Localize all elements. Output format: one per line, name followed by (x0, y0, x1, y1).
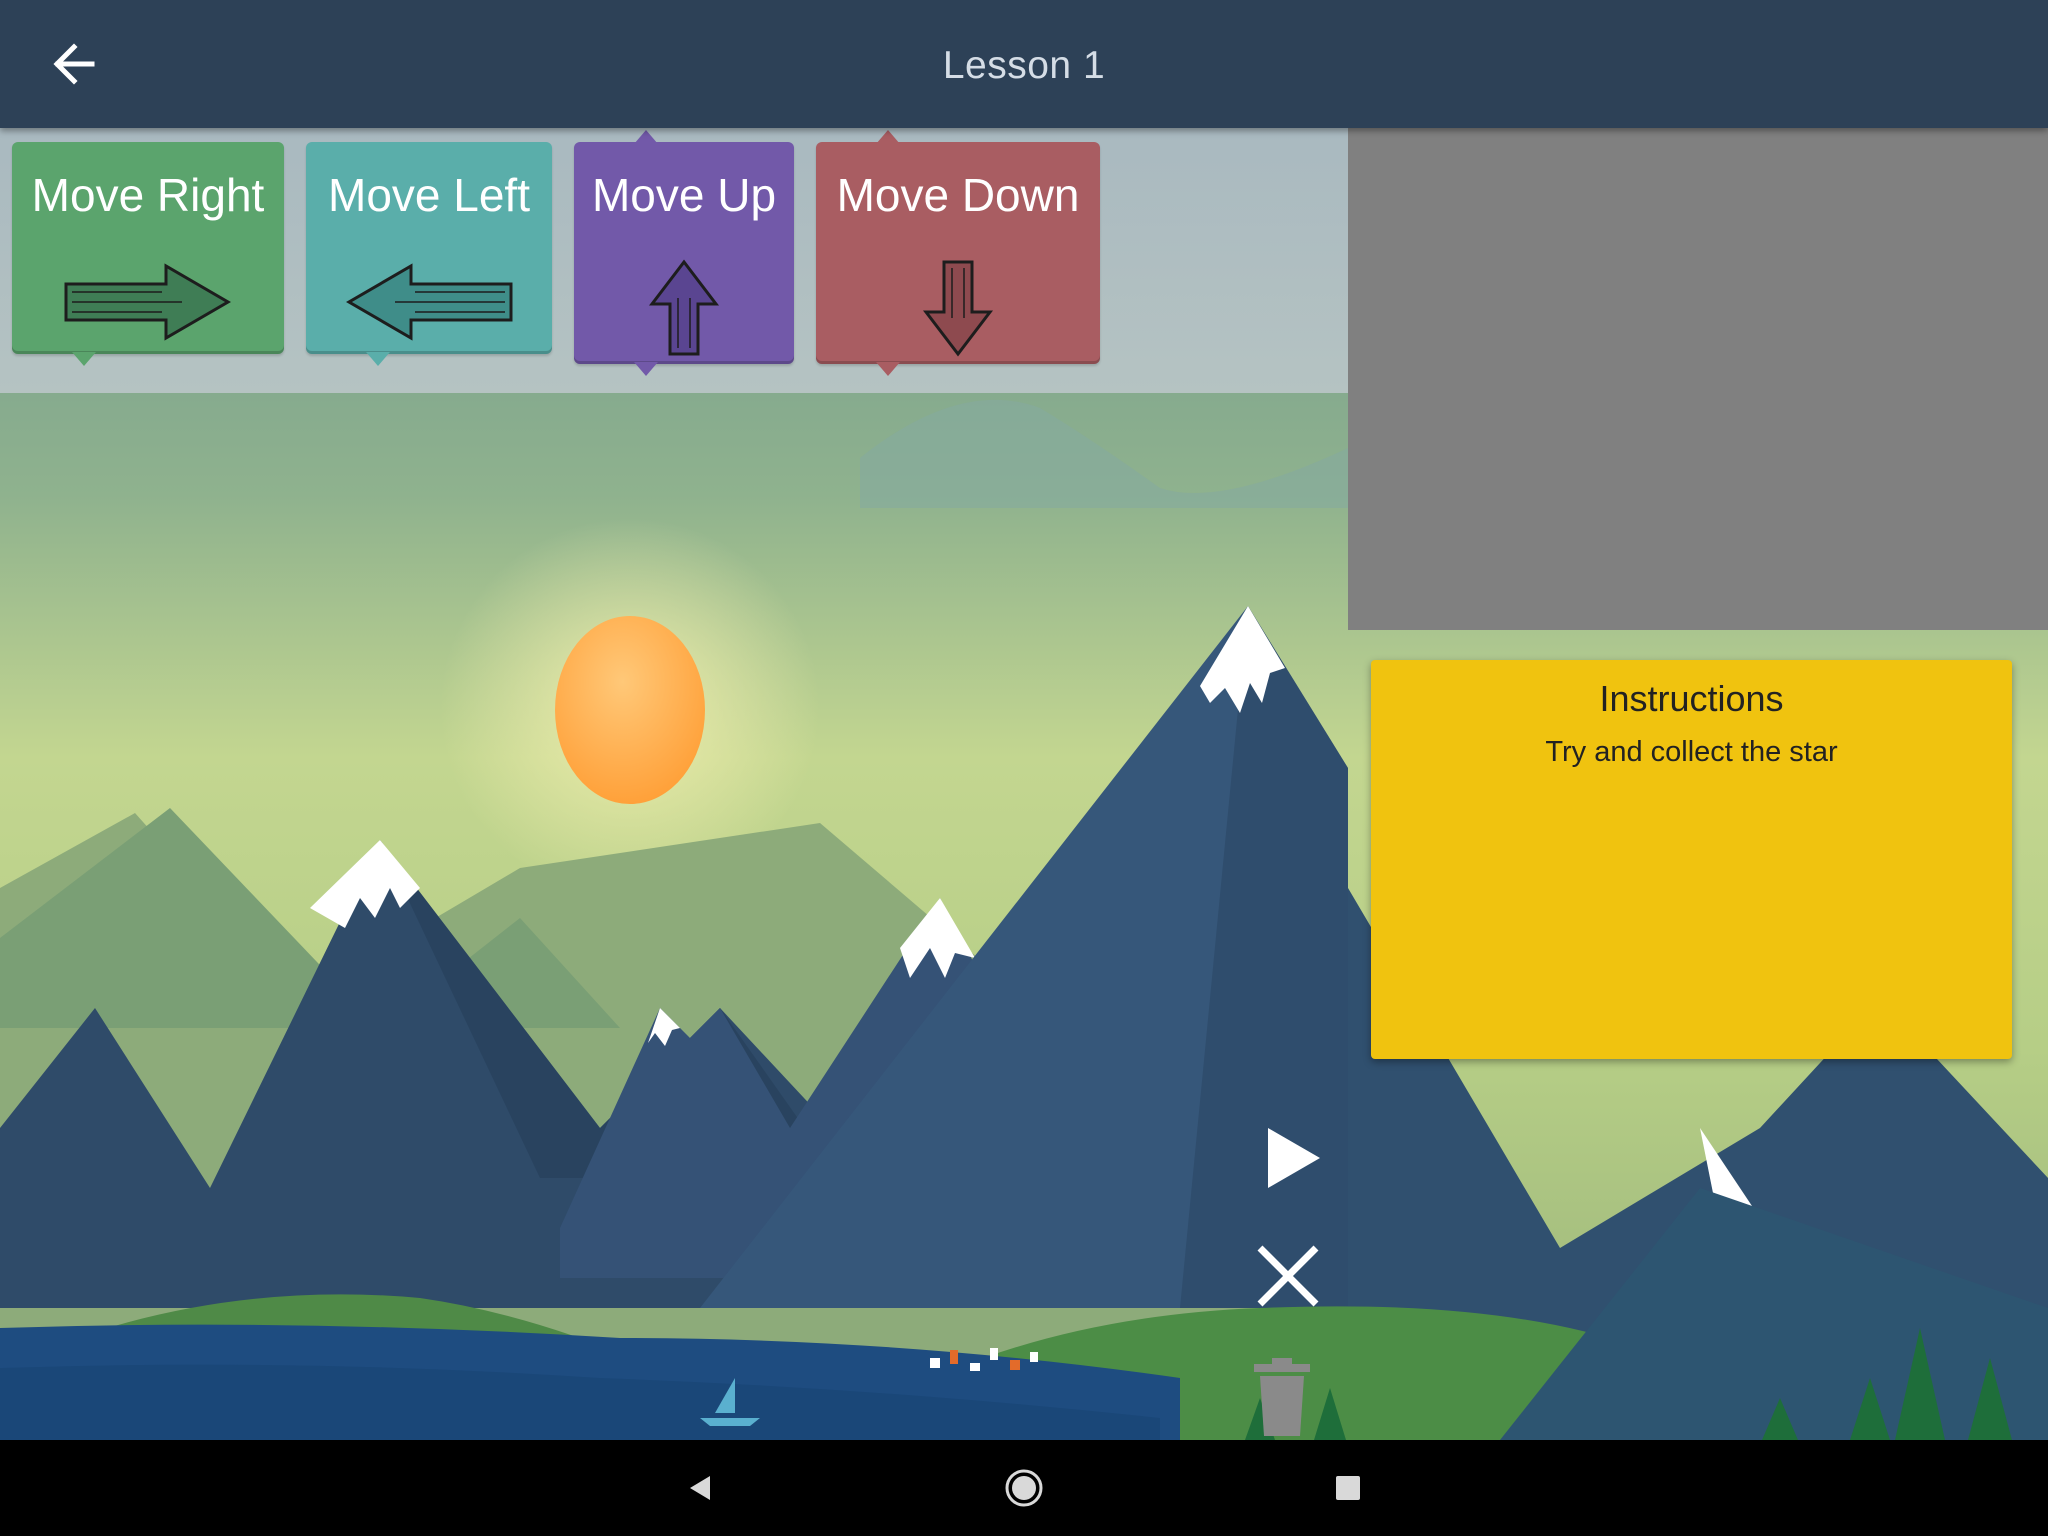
instructions-card: Instructions Try and collect the star (1371, 660, 2012, 1059)
system-nav-bar (0, 1440, 2048, 1536)
trash-icon (1254, 1358, 1310, 1436)
preview-panel (1348, 128, 2048, 630)
nav-recents-icon (1336, 1476, 1360, 1500)
instructions-text: Try and collect the star (1545, 736, 1838, 768)
block-connector (72, 352, 96, 366)
nav-recents-button[interactable] (1320, 1460, 1376, 1516)
nav-home-button[interactable] (996, 1460, 1052, 1516)
block-connector (876, 362, 900, 376)
nav-back-button[interactable] (672, 1460, 728, 1516)
nav-back-icon (690, 1476, 710, 1500)
block-connector (366, 352, 390, 366)
arrow-left-icon (346, 263, 513, 341)
block-connector (634, 362, 658, 376)
app-bar: Lesson 1 (0, 0, 2048, 128)
clear-button[interactable] (1250, 1238, 1326, 1314)
page-title: Lesson 1 (942, 44, 1106, 87)
block-label: Move Down (836, 169, 1080, 221)
trash-button[interactable] (1250, 1358, 1314, 1438)
move-down-block[interactable]: Move Down (816, 130, 1100, 376)
move-left-block[interactable]: Move Left (306, 142, 552, 366)
arrow-down-icon (922, 260, 994, 357)
nav-home-icon (1005, 1469, 1043, 1507)
move-right-block[interactable]: Move Right (12, 142, 284, 366)
play-icon (1268, 1128, 1320, 1188)
block-palette: Move Right Move Left Move Up Move Down (0, 128, 1348, 393)
close-icon (1257, 1245, 1319, 1307)
arrow-right-icon (64, 263, 231, 341)
block-label: Move Left (328, 169, 530, 221)
block-label: Move Up (591, 169, 777, 221)
move-up-block[interactable]: Move Up (574, 130, 794, 376)
arrow-up-icon (648, 259, 720, 356)
play-button[interactable] (1258, 1120, 1328, 1196)
block-connector (634, 130, 658, 144)
block-connector (876, 130, 900, 144)
instructions-title: Instructions (1599, 678, 1784, 719)
block-label: Move Right (31, 169, 265, 221)
